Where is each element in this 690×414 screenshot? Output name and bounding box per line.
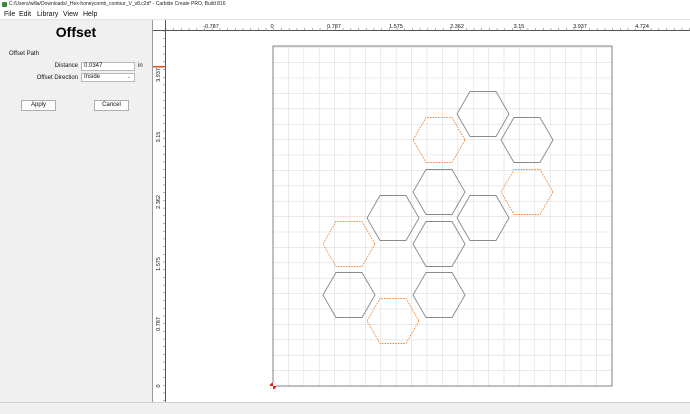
section-offset-path: Offset Path [9,51,39,57]
top-ruler-svg: -0.787 0 0.787 1.575 2.362 3.15 3.937 4.… [165,24,690,31]
design-canvas[interactable] [167,32,690,402]
hexagon-path[interactable] [366,195,420,241]
left-ruler-label: 1.575 [156,257,162,271]
top-ruler: -0.787 0 0.787 1.575 2.362 3.15 3.937 4.… [165,20,690,31]
window-title: C:/Users/willa/Downloads/_Hex-honeycomb_… [9,1,226,7]
left-ruler-label: 0.787 [156,317,162,331]
menu-help[interactable]: Help [83,10,97,19]
left-ruler-label: 0 [156,384,162,387]
grid [272,46,613,387]
title-bar: C:/Users/willa/Downloads/_Hex-honeycomb_… [0,0,690,9]
offset-direction-label: Offset Direction [36,75,78,81]
cancel-button[interactable]: Cancel [94,100,129,111]
hexagon-path[interactable] [322,272,376,318]
menu-edit[interactable]: Edit [19,10,31,19]
menu-library[interactable]: Library [37,10,58,19]
app-icon [2,2,7,7]
left-ruler-svg: 3.937 3.15 2.362 1.575 0.787 0 [153,30,166,401]
horizontal-scrollbar[interactable] [0,402,690,414]
left-ruler-label: 3.15 [156,132,162,143]
canvas-svg[interactable] [167,32,690,402]
left-ruler-label: 2.362 [156,195,162,209]
top-ruler-label: 1.575 [389,24,403,30]
selected-hexagon-path[interactable] [366,298,420,344]
top-ruler-label: 0.787 [327,24,341,30]
apply-button[interactable]: Apply [21,100,56,111]
hexagon-path[interactable] [412,272,466,318]
offset-direction-select[interactable]: Inside ⌄ [81,73,135,82]
top-ruler-label: 0 [270,24,273,30]
left-ruler-label: 3.937 [156,68,162,82]
top-ruler-label: 4.724 [635,24,649,30]
menu-view[interactable]: View [63,10,78,19]
menu-bar: File Edit Library View Help [0,9,690,20]
ruler-corner [153,20,166,31]
top-ruler-label: 3.937 [573,24,587,30]
hexagon-path[interactable] [412,221,466,267]
hexagon-path[interactable] [456,195,510,241]
panel-heading: Offset [55,24,97,40]
offset-panel: Offset Offset Path Distance 0.0347 in Of… [0,20,152,402]
chevron-down-icon: ⌄ [126,74,131,80]
top-ruler-label: -0.787 [203,24,219,30]
distance-label: Distance [54,63,78,69]
menu-file[interactable]: File [4,10,15,19]
top-ruler-label: 2.362 [450,24,464,30]
ruler-cursor-marker [153,66,166,68]
distance-unit: in [138,63,143,69]
hexagon-group[interactable] [322,91,554,344]
left-ruler: 3.937 3.15 2.362 1.575 0.787 0 [153,30,166,402]
top-ruler-label: 3.15 [514,24,525,30]
selected-hexagon-path[interactable] [322,221,376,267]
distance-input[interactable]: 0.0347 [81,62,135,71]
offset-direction-value: Inside [84,74,101,80]
selected-hexagon-path[interactable] [500,169,554,215]
hexagon-path[interactable] [456,91,510,137]
hexagon-path[interactable] [412,169,466,215]
origin-marker-icon[interactable] [269,382,277,390]
